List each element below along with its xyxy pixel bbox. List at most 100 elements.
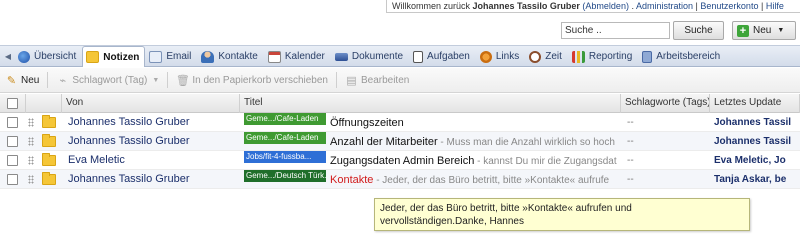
select-all-header [0, 94, 26, 113]
row-title[interactable]: Zugangsdaten Admin Bereich [330, 155, 474, 167]
move-to-trash-button[interactable]: 🗑 In den Papierkorb verschieben [176, 74, 328, 87]
tab-reporting[interactable]: Reporting [568, 46, 638, 66]
tab-label: Reporting [588, 51, 633, 62]
edit-label: Bearbeiten [360, 74, 410, 86]
account-link[interactable]: Benutzerkonto [700, 1, 758, 11]
pencil-icon: ✎ [6, 74, 17, 87]
row-updated-by: Eva Meletic, Jo [714, 155, 786, 166]
row-updated-by: Johannes Tassil [714, 136, 792, 147]
toolbar-divider [335, 72, 337, 88]
envelope-icon [149, 50, 163, 63]
tab-arbeitsbereich[interactable]: Arbeitsbereich [638, 46, 726, 66]
column-header-updated[interactable]: Letztes Update [710, 94, 800, 113]
select-all-checkbox[interactable] [7, 98, 18, 109]
tag-icon: ⌁ [59, 74, 67, 87]
tab-kontakte[interactable]: Kontakte [197, 46, 263, 66]
tab-email[interactable]: Email [145, 46, 197, 66]
row-title-cell[interactable]: Geme.../Deutsch Türk... Kontakte - Jeder,… [244, 170, 619, 189]
tab-kalender[interactable]: Kalender [264, 46, 331, 66]
row-tags: -- [627, 174, 634, 185]
clock-icon [529, 50, 542, 63]
edit-icon: ▤ [346, 74, 357, 87]
row-title-cell[interactable]: Jobs/fit-4-fussba... Zugangsdaten Admin B… [244, 151, 619, 170]
row-checkbox[interactable] [7, 155, 18, 166]
top-separator: | [760, 1, 764, 11]
tab-links[interactable]: Links [476, 46, 525, 66]
search-input[interactable] [561, 22, 670, 39]
folder-icon [86, 51, 100, 63]
drag-handle-icon[interactable] [28, 137, 34, 146]
row-author: Johannes Tassilo Gruber [68, 135, 190, 147]
new-button-label: Neu [753, 25, 772, 36]
row-checkbox[interactable] [7, 174, 18, 185]
toolbar-divider [167, 72, 169, 88]
row-tags: -- [627, 155, 634, 166]
table-row[interactable]: Johannes Tassilo Gruber Geme.../Cafe-Lad… [0, 113, 800, 132]
row-title-cell[interactable]: Geme.../Cafe-Laden Öffnungszeiten [244, 113, 619, 132]
folder-icon [42, 153, 56, 166]
tab-scroll-left-icon[interactable]: ◀ [2, 46, 14, 66]
row-tags: -- [627, 136, 634, 147]
tab-dokumente[interactable]: Dokumente [331, 46, 409, 66]
row-title-cell[interactable]: Geme.../Cafe-Laden Anzahl der Mitarbeiter… [244, 132, 619, 151]
tag-label: Schlagwort (Tag) [72, 74, 148, 86]
person-icon [201, 50, 215, 63]
tab-label: Übersicht [34, 51, 77, 62]
row-checkbox[interactable] [7, 117, 18, 128]
globe-icon [18, 50, 30, 63]
tab-uebersicht[interactable]: Übersicht [14, 46, 82, 66]
row-snippet: - Jeder, der das Büro betritt, bitte »Ko… [373, 175, 610, 186]
table-row[interactable]: Johannes Tassilo Gruber Geme.../Cafe-Lad… [0, 132, 800, 151]
table-row[interactable]: Johannes Tassilo Gruber Geme.../Deutsch … [0, 170, 800, 189]
grid-header: Von Titel Schlagworte (Tags) Letztes Upd… [0, 94, 800, 113]
column-header-von[interactable]: Von [62, 94, 240, 113]
folder-icon [42, 134, 56, 147]
current-user-name: Johannes Tassilo Gruber [472, 1, 580, 11]
row-checkbox[interactable] [7, 136, 18, 147]
tooltip-line: Jeder, der das Büro betritt, bitte »Kont… [380, 203, 632, 214]
trash-label: In den Papierkorb verschieben [192, 74, 328, 86]
calendar-icon [267, 50, 281, 63]
row-author: Eva Meletic [68, 154, 125, 166]
tag-button[interactable]: ⌁ Schlagwort (Tag) ▼ [56, 74, 160, 87]
chevron-down-icon: ▼ [152, 76, 160, 84]
column-header-titel[interactable]: Titel [240, 94, 621, 113]
drag-handle-icon[interactable] [28, 175, 34, 184]
tab-label: Notizen [103, 51, 140, 63]
logout-link[interactable]: (Abmelden) [582, 1, 629, 11]
new-note-button[interactable]: ✎ Neu [5, 74, 40, 87]
tab-aufgaben[interactable]: Aufgaben [409, 46, 476, 66]
folder-icon [42, 172, 56, 185]
clipboard-icon [413, 50, 424, 63]
row-category-badge: Jobs/fit-4-fussba... [244, 151, 326, 163]
tab-label: Arbeitsbereich [656, 51, 721, 62]
plus-icon: + [737, 24, 749, 37]
new-button[interactable]: + Neu ▼ [732, 21, 796, 40]
administration-link[interactable]: Administration [636, 1, 693, 11]
module-tabs: ◀ Übersicht Notizen Email Kontakte Kalen… [0, 45, 800, 67]
new-note-label: Neu [21, 74, 40, 86]
link-icon [479, 50, 492, 63]
help-link[interactable]: Hilfe [766, 1, 784, 11]
tab-label: Kontakte [218, 51, 258, 62]
table-row[interactable]: Eva Meletic Jobs/fit-4-fussba... Zugangsd… [0, 151, 800, 170]
row-author: Johannes Tassilo Gruber [68, 116, 190, 128]
column-header-tags[interactable]: Schlagworte (Tags) [621, 94, 710, 113]
tab-notizen[interactable]: Notizen [82, 46, 146, 67]
edit-button[interactable]: ▤ Bearbeiten [345, 74, 410, 87]
row-title[interactable]: Anzahl der Mitarbeiter [330, 136, 438, 148]
row-snippet: - kannst Du mir die Zugangsdat [474, 156, 617, 167]
row-author: Johannes Tassilo Gruber [68, 173, 190, 185]
row-updated-by: Johannes Tassil [714, 117, 792, 128]
row-tags: -- [627, 117, 634, 128]
row-title[interactable]: Kontakte [330, 174, 373, 186]
drag-handle-icon[interactable] [28, 118, 34, 127]
search-button[interactable]: Suche [673, 21, 724, 40]
tab-zeit[interactable]: Zeit [525, 46, 568, 66]
top-separator: | [695, 1, 698, 11]
toolbar-divider [47, 72, 49, 88]
drag-handle-icon[interactable] [28, 156, 34, 165]
row-title[interactable]: Öffnungszeiten [330, 117, 404, 129]
tooltip-line: vervollständigen.Danke, Hannes [380, 216, 524, 227]
notes-grid: Von Titel Schlagworte (Tags) Letztes Upd… [0, 94, 800, 189]
